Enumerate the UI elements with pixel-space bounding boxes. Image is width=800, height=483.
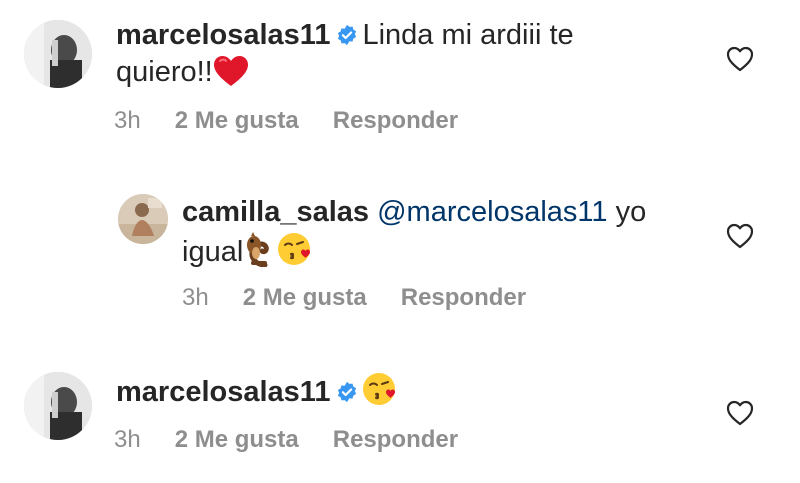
reply-button[interactable]: Responder (401, 284, 526, 312)
comment-text: camilla_salas @marcelosalas11 yo igual (182, 194, 702, 271)
face-blowing-a-kiss-icon (363, 373, 396, 405)
likes-count[interactable]: 2 Me gusta (175, 107, 299, 135)
avatar[interactable] (24, 20, 92, 88)
likes-count[interactable]: 2 Me gusta (175, 426, 299, 454)
reply-button[interactable]: Responder (333, 426, 458, 454)
comment-body: yo (615, 196, 647, 228)
reply-button[interactable]: Responder (333, 107, 458, 135)
verified-badge-icon (338, 24, 357, 46)
comment-text: marcelosalas11 (116, 371, 676, 411)
comment-meta: 3h 2 Me gusta Responder (114, 426, 492, 454)
profile-photo-icon (24, 372, 92, 440)
comment-meta: 3h 2 Me gusta Responder (114, 107, 492, 135)
username[interactable]: marcelosalas11 (116, 376, 330, 408)
like-heart-icon[interactable] (726, 400, 754, 426)
avatar[interactable] (118, 194, 168, 244)
username[interactable]: camilla_salas (182, 196, 369, 228)
username[interactable]: marcelosalas11 (116, 19, 330, 51)
like-heart-icon[interactable] (726, 223, 754, 249)
comment-meta: 3h 2 Me gusta Responder (182, 284, 560, 312)
face-blowing-a-kiss-icon (278, 233, 311, 265)
likes-count[interactable]: 2 Me gusta (243, 284, 367, 312)
mention-link[interactable]: @marcelosalas11 (377, 196, 607, 228)
verified-badge-icon (338, 381, 357, 403)
chipmunk-icon (247, 232, 270, 267)
comment-body-2: igual (182, 236, 244, 268)
avatar[interactable] (24, 372, 92, 440)
comment-body: Linda mi ardiii te (362, 19, 574, 51)
comment-text: marcelosalas11 Linda mi ardiii te quiero!… (116, 17, 676, 91)
red-heart-icon (213, 56, 248, 86)
like-heart-icon[interactable] (726, 46, 754, 72)
profile-photo-icon (24, 20, 92, 88)
timestamp: 3h (114, 107, 141, 134)
comment-body-2: quiero!! (116, 56, 213, 88)
timestamp: 3h (182, 284, 209, 311)
profile-photo-icon (118, 194, 168, 244)
timestamp: 3h (114, 426, 141, 453)
